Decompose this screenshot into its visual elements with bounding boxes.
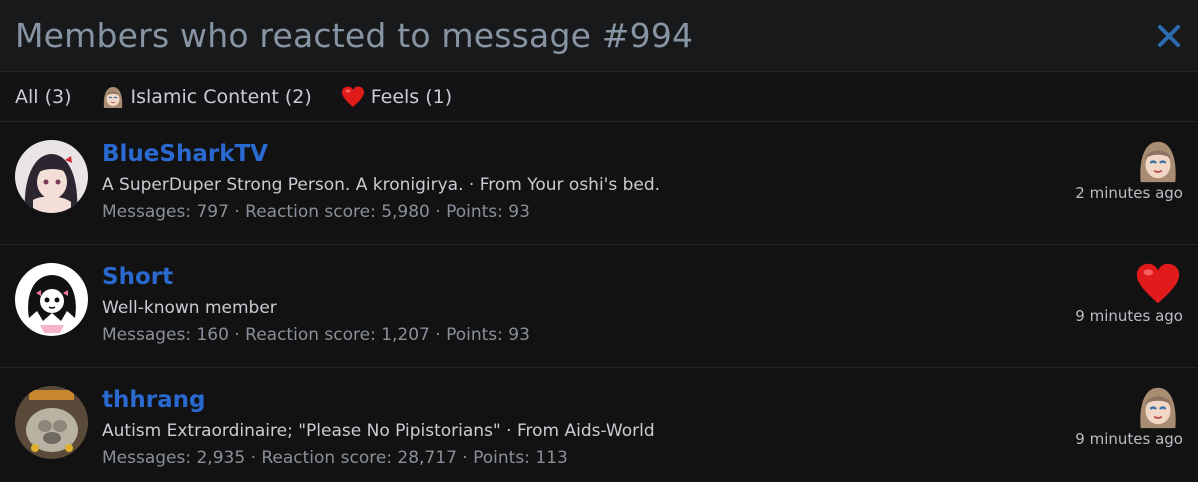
member-info: Short Well-known member Messages: 160 · … — [102, 263, 530, 346]
user-title: Well-known member — [102, 298, 277, 318]
member-info: BlueSharkTV A SuperDuper Strong Person. … — [102, 140, 660, 223]
user-stats: Messages: 797 · Reaction score: 5,980 · … — [102, 202, 530, 222]
heart-icon — [340, 84, 366, 110]
avatar[interactable] — [15, 140, 88, 213]
user-title: Autism Extraordinaire; "Please No Pipist… — [102, 421, 655, 441]
avatar[interactable] — [15, 386, 88, 459]
reaction-info: 9 minutes ago — [1075, 382, 1183, 448]
reaction-tabs: All (3) Islamic Content (2) Feels (1) — [0, 72, 1198, 122]
overlay-header: Members who reacted to message #994 — [0, 0, 1198, 72]
member-row: thhrang Autism Extraordinaire; "Please N… — [0, 368, 1198, 482]
user-stats: Messages: 2,935 · Reaction score: 28,717… — [102, 448, 568, 468]
anime-girl-reaction-icon — [100, 84, 126, 110]
user-stats: Messages: 160 · Reaction score: 1,207 · … — [102, 325, 530, 345]
username-link[interactable]: Short — [102, 263, 530, 291]
username-link[interactable]: BlueSharkTV — [102, 140, 660, 168]
tab-feels[interactable]: Feels (1) — [340, 84, 452, 110]
tab-all-label: All (3) — [15, 85, 72, 108]
reaction-info: 2 minutes ago — [1075, 136, 1183, 202]
close-button[interactable] — [1154, 21, 1184, 51]
reaction-time[interactable]: 2 minutes ago — [1075, 184, 1183, 202]
reaction-info: 9 minutes ago — [1075, 259, 1183, 325]
avatar[interactable] — [15, 263, 88, 336]
tab-islamic-content[interactable]: Islamic Content (2) — [100, 84, 312, 110]
reaction-time[interactable]: 9 minutes ago — [1075, 430, 1183, 448]
close-icon — [1158, 24, 1180, 47]
member-row: Short Well-known member Messages: 160 · … — [0, 245, 1198, 368]
user-title: A SuperDuper Strong Person. A kronigirya… — [102, 175, 661, 195]
tab-islamic-content-label: Islamic Content (2) — [130, 85, 312, 108]
anime-girl-reaction-icon — [1133, 382, 1183, 432]
member-info: thhrang Autism Extraordinaire; "Please N… — [102, 386, 655, 469]
username-link[interactable]: thhrang — [102, 386, 655, 414]
heart-icon — [1133, 259, 1183, 309]
tab-all[interactable]: All (3) — [15, 86, 72, 108]
anime-girl-reaction-icon — [1133, 136, 1183, 186]
reaction-time[interactable]: 9 minutes ago — [1075, 307, 1183, 325]
tab-feels-label: Feels (1) — [370, 85, 453, 108]
overlay-title: Members who reacted to message #994 — [15, 16, 694, 55]
reactions-overlay: Members who reacted to message #994 All … — [0, 0, 1198, 482]
member-row: BlueSharkTV A SuperDuper Strong Person. … — [0, 122, 1198, 245]
